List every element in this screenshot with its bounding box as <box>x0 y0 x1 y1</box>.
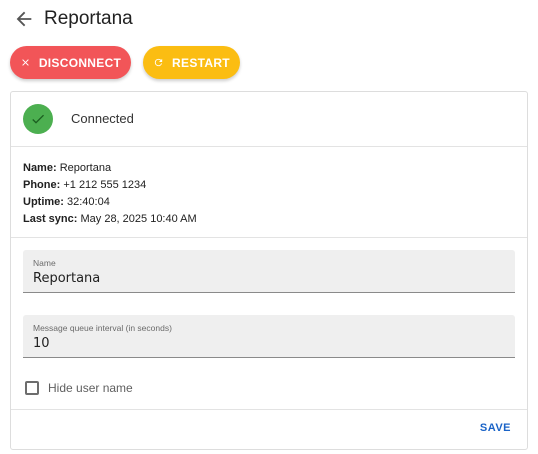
info-uptime-label: Uptime: <box>23 196 64 208</box>
disconnect-label: DISCONNECT <box>38 55 122 70</box>
interval-field[interactable]: Message queue interval (in seconds) <box>23 315 515 358</box>
info-uptime: Uptime: 32:40:04 <box>23 194 527 211</box>
page-title: Reportana <box>44 8 133 29</box>
hide-user-name-label: Hide user name <box>48 381 133 395</box>
hide-user-name-checkbox[interactable] <box>25 381 39 395</box>
check-icon <box>32 114 44 124</box>
info-phone-value: +1 212 555 1234 <box>63 179 147 191</box>
restart-label: RESTART <box>172 55 230 70</box>
restart-button[interactable]: RESTART <box>143 46 240 79</box>
connection-info: Name: Reportana Phone: +1 212 555 1234 U… <box>11 147 527 238</box>
info-uptime-value: 32:40:04 <box>67 196 110 208</box>
status-text: Connected <box>71 111 134 126</box>
arrow-left-icon <box>16 11 32 27</box>
close-icon <box>22 59 29 66</box>
disconnect-button[interactable]: DISCONNECT <box>10 46 131 79</box>
back-button[interactable] <box>13 8 35 30</box>
name-field[interactable]: Name <box>23 250 515 293</box>
info-last-sync-label: Last sync: <box>23 213 78 225</box>
name-input[interactable] <box>33 271 503 286</box>
connection-status: Connected <box>11 92 527 147</box>
info-name-value: Reportana <box>59 162 112 174</box>
save-button[interactable]: SAVE <box>476 420 515 436</box>
connection-card: Connected Name: Reportana Phone: +1 212 … <box>10 91 528 450</box>
info-name: Name: Reportana <box>23 160 527 177</box>
info-last-sync-value: May 28, 2025 10:40 AM <box>80 213 197 225</box>
hide-user-name-option[interactable]: Hide user name <box>25 379 133 397</box>
interval-input[interactable] <box>33 336 503 351</box>
status-indicator <box>23 104 53 134</box>
info-name-label: Name: <box>23 162 57 174</box>
page-header: Reportana <box>0 0 538 40</box>
info-phone-label: Phone: <box>23 179 61 191</box>
refresh-icon <box>154 58 163 67</box>
interval-field-label: Message queue interval (in seconds) <box>33 323 172 333</box>
footer-divider <box>11 409 527 410</box>
name-field-label: Name <box>33 258 56 268</box>
info-last-sync: Last sync: May 28, 2025 10:40 AM <box>23 211 527 228</box>
info-phone: Phone: +1 212 555 1234 <box>23 177 527 194</box>
